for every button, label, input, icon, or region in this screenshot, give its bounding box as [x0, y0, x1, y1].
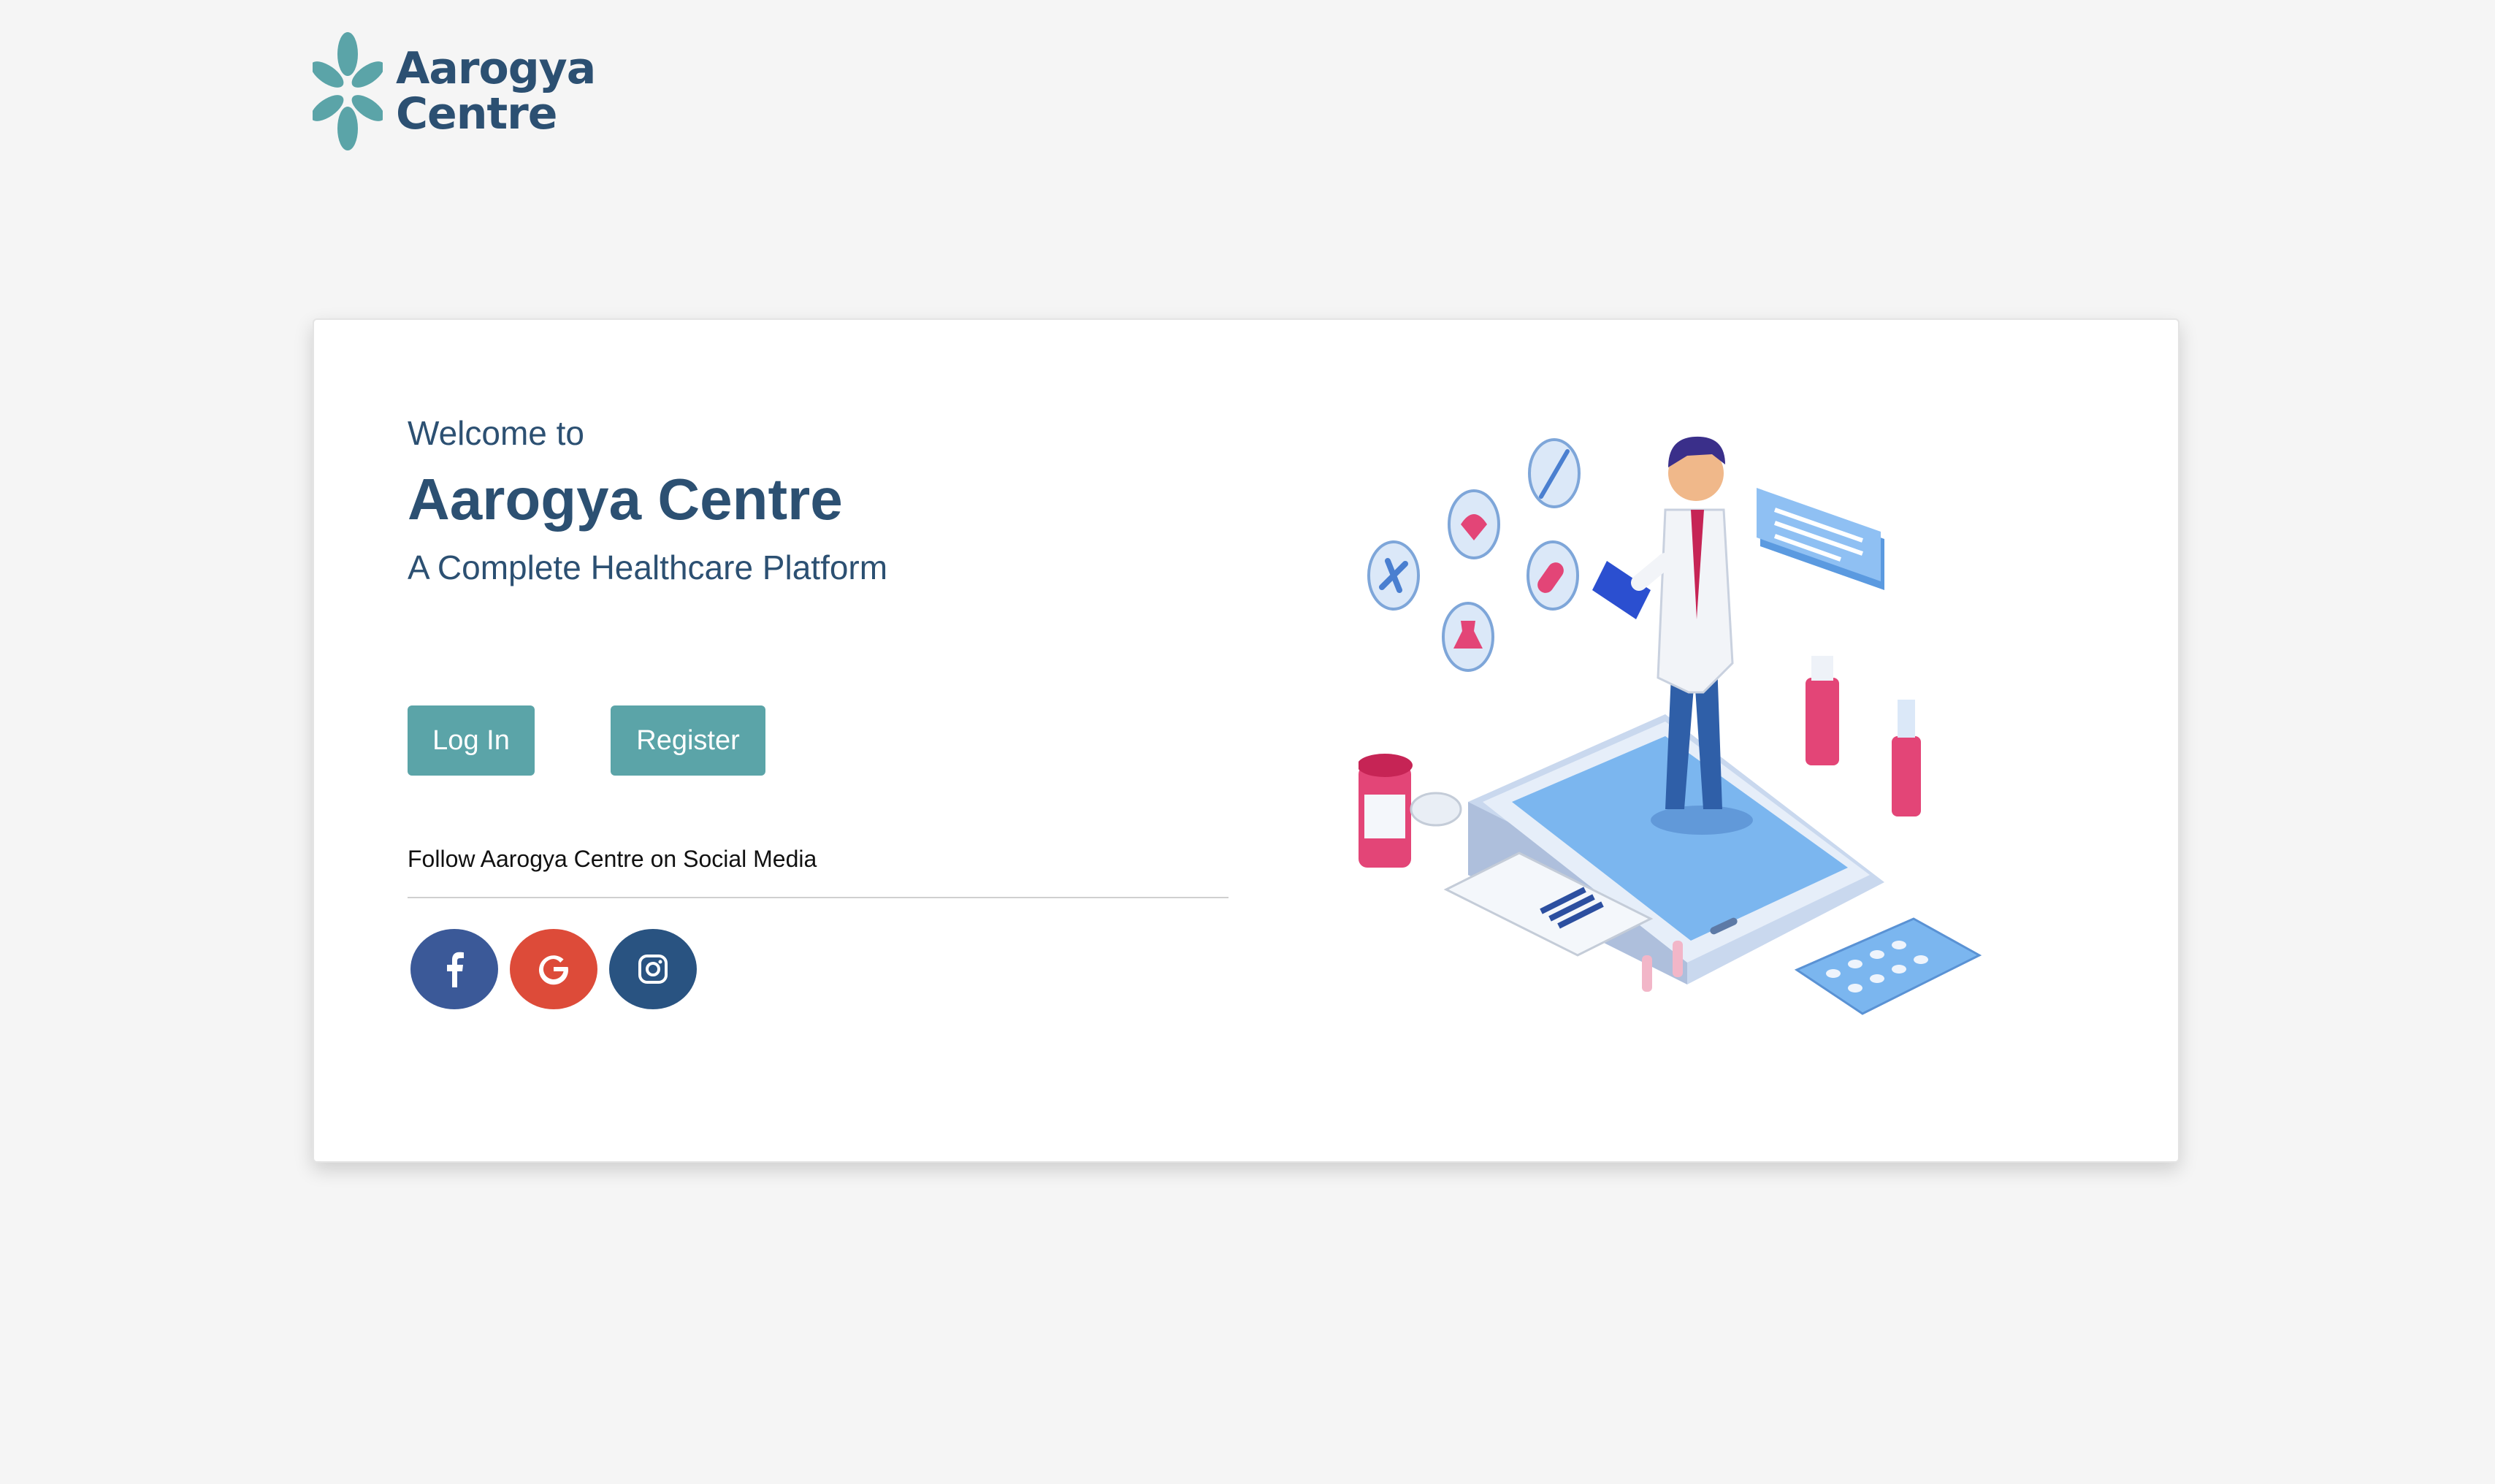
brand-line-1: Aarogya [396, 43, 596, 94]
google-icon [539, 955, 569, 985]
page-title: Aarogya Centre [408, 467, 843, 532]
brand-line-2: Centre [396, 88, 557, 139]
medical-icon-group [1367, 438, 1581, 672]
pill-bottle-graphic [1359, 754, 1462, 868]
doctor-on-smartphone-illustration [1359, 436, 1982, 1015]
tagline: A Complete Healthcare Platform [408, 548, 888, 586]
welcome-text: Welcome to [408, 414, 585, 452]
instagram-icon [638, 955, 668, 984]
blister-pack-graphic [1794, 917, 1982, 1015]
divider [408, 897, 1229, 898]
facebook-icon [447, 952, 464, 987]
instagram-button[interactable] [609, 929, 697, 1009]
register-button[interactable]: Register [611, 705, 765, 776]
brand-name: Aarogya Centre [396, 43, 596, 139]
spray-bottle-graphic [1806, 656, 1921, 816]
login-button[interactable]: Log In [408, 705, 535, 776]
leaf-flower-icon [313, 32, 383, 150]
facebook-button[interactable] [410, 929, 498, 1009]
social-heading: Follow Aarogya Centre on Social Media [408, 846, 817, 872]
brand-logo[interactable]: Aarogya Centre [313, 29, 596, 153]
google-button[interactable] [510, 929, 597, 1009]
welcome-card: Welcome to Aarogya Centre A Complete Hea… [313, 318, 2179, 1163]
chat-bubble-graphic [1757, 488, 1884, 590]
